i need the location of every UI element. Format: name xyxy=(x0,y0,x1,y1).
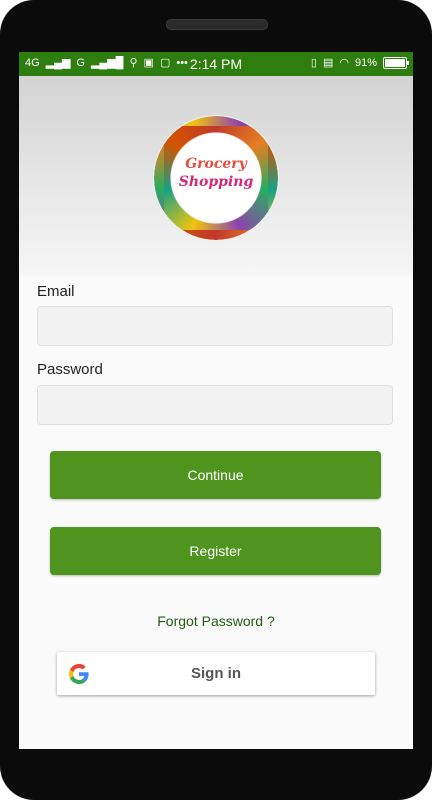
status-right: ▯ ▤ ◠ 91% xyxy=(310,56,409,69)
google-signin-label: Sign in xyxy=(191,665,241,682)
password-input[interactable] xyxy=(37,385,393,425)
password-label: Password xyxy=(37,361,103,378)
google-g-icon xyxy=(69,664,89,684)
phone-frame: 4G ▂▄▆ G ▂▄▆█ ⚲ ▣ ▢ ••• 2:14 PM ▯ ▤ ◠ 91… xyxy=(0,0,432,800)
forgot-password-link[interactable]: Forgot Password ? xyxy=(19,613,413,629)
app-logo: Grocery Shopping xyxy=(154,116,278,240)
volte-icon: ▤ xyxy=(322,57,334,69)
google-signin-button[interactable]: Sign in xyxy=(57,652,375,695)
register-button[interactable]: Register xyxy=(50,527,381,575)
status-bar: 4G ▂▄▆ G ▂▄▆█ ⚲ ▣ ▢ ••• 2:14 PM ▯ ▤ ◠ 91… xyxy=(19,52,413,76)
logo-text-line1: Grocery xyxy=(185,156,247,172)
speaker-grille xyxy=(166,19,268,30)
continue-button[interactable]: Continue xyxy=(50,451,381,499)
battery-percent: 91% xyxy=(354,56,377,69)
app-screen: 4G ▂▄▆ G ▂▄▆█ ⚲ ▣ ▢ ••• 2:14 PM ▯ ▤ ◠ 91… xyxy=(19,52,413,749)
wifi-icon: ◠ xyxy=(339,57,349,69)
email-input[interactable] xyxy=(37,306,393,346)
battery-icon xyxy=(383,56,409,69)
logo-text-line2: Shopping xyxy=(178,174,254,190)
email-label: Email xyxy=(37,283,75,300)
vibrate-icon: ▯ xyxy=(310,57,317,69)
